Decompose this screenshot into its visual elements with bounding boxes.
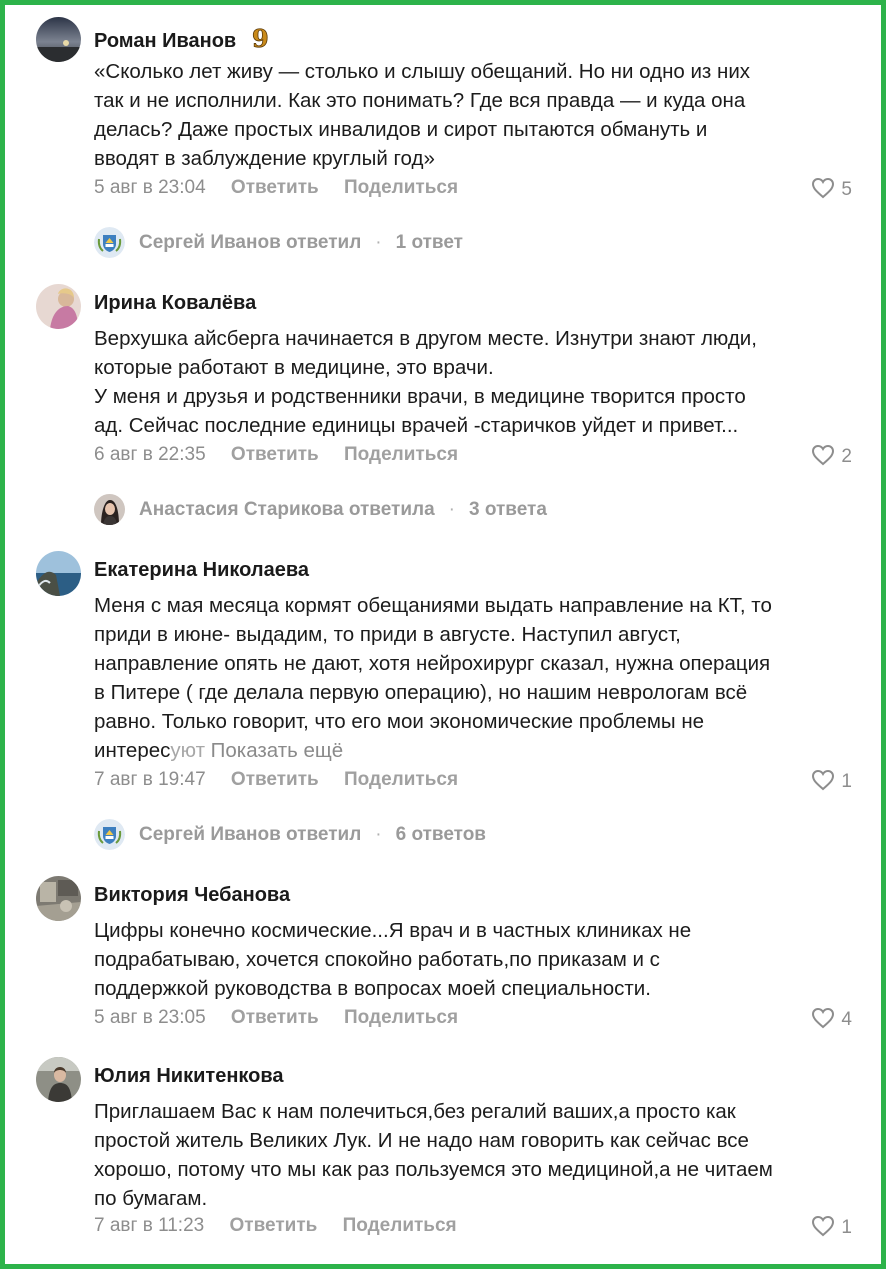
share-button[interactable]: Поделиться <box>344 444 458 466</box>
reply-button[interactable]: Ответить <box>231 177 319 199</box>
heart-icon <box>812 1215 835 1237</box>
comment-meta: 5 авг в 23:05 Ответить Поделиться <box>94 1007 458 1033</box>
author-name[interactable]: Виктория Чебанова <box>94 884 290 907</box>
comment-meta: 7 авг в 19:47 Ответить Поделиться <box>94 769 458 795</box>
comment-text: Верхушка айсберга начинается в другом ме… <box>94 327 757 437</box>
level-badge-icon: 9 <box>250 24 272 57</box>
reply-author: Анастасия Старикова ответила <box>139 499 435 520</box>
comment-text: Меня с мая месяца кормят обещаниями выда… <box>94 594 772 762</box>
comment-date[interactable]: 5 авг в 23:05 <box>94 1007 206 1029</box>
avatar[interactable] <box>36 876 81 921</box>
reply-count: 1 ответ <box>395 232 463 253</box>
like-count: 5 <box>841 179 852 200</box>
heart-icon <box>812 177 835 199</box>
coat-of-arms-icon <box>94 819 125 850</box>
author-name[interactable]: Юлия Никитенкова <box>94 1065 284 1088</box>
coat-of-arms-icon <box>94 227 125 258</box>
comment-text: Цифры конечно космические...Я врач и в ч… <box>94 919 692 1000</box>
comment-date[interactable]: 7 авг в 11:23 <box>94 1215 204 1237</box>
share-button[interactable]: Поделиться <box>343 1215 457 1237</box>
author-name[interactable]: Ирина Ковалёва <box>94 292 256 315</box>
separator-dot: · <box>375 232 382 253</box>
comment-date[interactable]: 6 авг в 22:35 <box>94 444 206 466</box>
comment-meta: 5 авг в 23:04 Ответить Поделиться <box>94 177 458 203</box>
share-button[interactable]: Поделиться <box>344 1007 458 1029</box>
reply-author: Сергей Иванов ответил <box>139 232 362 253</box>
comment-date[interactable]: 7 авг в 19:47 <box>94 769 206 791</box>
avatar[interactable] <box>36 551 81 596</box>
avatar[interactable] <box>36 1057 81 1102</box>
reply-button[interactable]: Ответить <box>230 1215 318 1237</box>
like-button[interactable]: 5 <box>811 177 852 203</box>
like-button[interactable]: 4 <box>811 1007 852 1033</box>
like-count: 2 <box>841 446 852 467</box>
reply-button[interactable]: Ответить <box>231 444 319 466</box>
avatar[interactable] <box>36 17 81 62</box>
heart-icon <box>812 444 835 466</box>
share-button[interactable]: Поделиться <box>344 177 458 199</box>
svg-text:9: 9 <box>252 25 269 51</box>
reply-button[interactable]: Ответить <box>231 1007 319 1029</box>
like-button[interactable]: 2 <box>811 444 852 470</box>
reply-author: Сергей Иванов ответил <box>139 824 362 845</box>
separator-dot: · <box>448 499 455 520</box>
comment-date[interactable]: 5 авг в 23:04 <box>94 177 206 199</box>
heart-icon <box>812 769 835 791</box>
share-button[interactable]: Поделиться <box>344 769 458 791</box>
comment-text: Приглашаем Вас к нам полечиться,без рега… <box>94 1100 773 1210</box>
like-count: 1 <box>841 1217 852 1238</box>
separator-dot: · <box>375 824 382 845</box>
show-more-link[interactable]: Показать ещё <box>211 739 344 762</box>
like-button[interactable]: 1 <box>811 769 852 795</box>
reply-button[interactable]: Ответить <box>231 769 319 791</box>
reply-count: 3 ответа <box>468 499 547 520</box>
comment-meta: 6 авг в 22:35 Ответить Поделиться <box>94 444 458 470</box>
author-name[interactable]: Роман Иванов 9 <box>94 24 272 57</box>
heart-icon <box>812 1007 835 1029</box>
author-name[interactable]: Екатерина Николаева <box>94 559 309 582</box>
user-photo-icon <box>94 494 125 525</box>
like-count: 1 <box>841 771 852 792</box>
like-button[interactable]: 1 <box>811 1215 852 1241</box>
avatar[interactable] <box>36 284 81 329</box>
comment-meta: 7 авг в 11:23 Ответить Поделиться <box>94 1215 457 1241</box>
like-count: 4 <box>841 1009 852 1030</box>
reply-count: 6 ответов <box>395 824 486 845</box>
comment-text: «Сколько лет живу — столько и слышу обещ… <box>94 60 751 170</box>
